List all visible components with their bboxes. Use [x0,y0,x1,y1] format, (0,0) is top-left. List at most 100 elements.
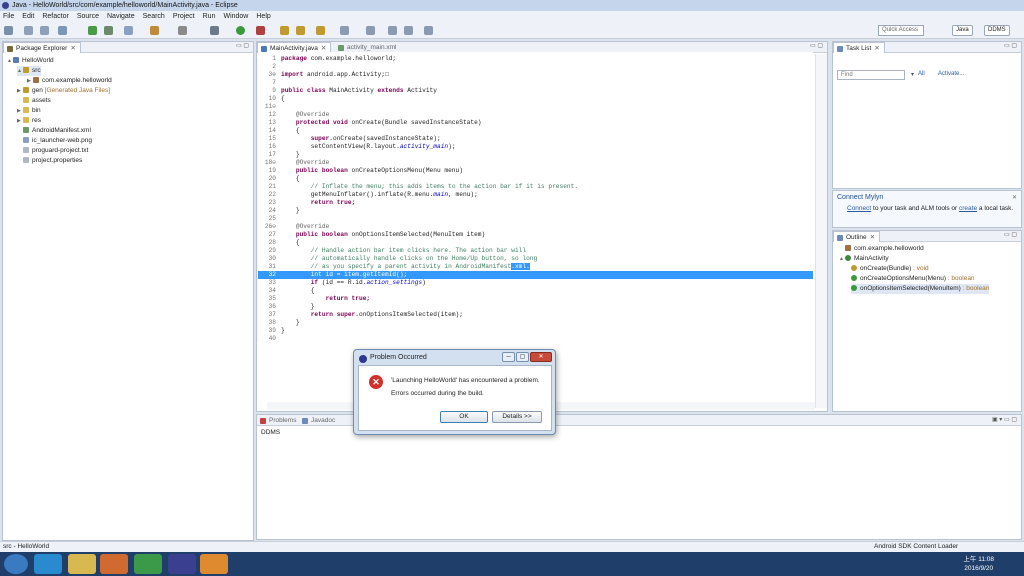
tree-properties[interactable]: project.properties [23,156,82,166]
chrome-icon[interactable] [134,554,162,574]
prev-annotation-icon[interactable] [388,26,397,35]
debug-icon[interactable] [210,26,219,35]
dialog-close-button[interactable]: ✕ [530,352,552,362]
save-all-icon[interactable] [40,26,49,35]
system-clock[interactable]: 上午 11:08 2016/9/20 [963,555,994,573]
code-line-13: 13 protected void onCreate(Bundle savedI… [268,119,482,126]
eclipse-taskbar-icon[interactable] [168,554,196,574]
search-icon[interactable]: ▾ [911,71,914,78]
lint-icon[interactable] [124,26,133,35]
task-find-input[interactable]: Find [837,70,905,80]
tree-src[interactable]: ▲ src [17,66,41,76]
build-icon[interactable] [178,26,187,35]
print-icon[interactable] [58,26,67,35]
avd-manager-icon[interactable] [104,26,113,35]
tree-gen[interactable]: ▶ gen [Generated Java Files] [17,86,110,96]
quick-access-input[interactable]: Quick Access [878,25,924,36]
tree-res[interactable]: ▶ res [17,116,41,126]
tab-task-list[interactable]: Task List ✕ [833,42,885,53]
code-token: public class [281,87,326,94]
external-tools-icon[interactable] [256,26,265,35]
dialog-minimize-button[interactable]: ─ [502,352,515,362]
next-annotation-icon[interactable] [366,26,375,35]
outline-method-onoptionsitemselected[interactable]: onOptionsItemSelected(MenuItem) : boolea… [851,284,990,294]
close-icon[interactable]: ✕ [1012,194,1017,201]
back-icon[interactable] [404,26,413,35]
tree-manifest[interactable]: AndroidManifest.xml [23,126,91,136]
tree-project[interactable]: ▲ HelloWorld [7,56,54,66]
tree-package[interactable]: ▶ com.example.helloworld [27,76,112,86]
task-activate-link[interactable]: Activate... [938,71,964,77]
dialog-maximize-button[interactable]: ▢ [516,352,529,362]
collapse-icon[interactable]: ▲ [839,254,845,264]
tree-bin[interactable]: ▶ bin [17,106,41,116]
tree-proguard[interactable]: proguard-project.txt [23,146,88,156]
code-line-30: 30 // automatically handle clicks on the… [268,255,538,262]
folder-icon [23,107,29,113]
folder-app-icon[interactable] [200,554,228,574]
code-token: (id == R.id. [318,279,367,286]
minimize-maximize-icon[interactable]: ▭ ▢ [1004,42,1017,49]
run-icon[interactable] [236,26,245,35]
close-icon[interactable]: ✕ [70,45,75,52]
outline-package[interactable]: com.example.helloworld [845,244,924,254]
minimize-maximize-icon[interactable]: ▭ ▢ [810,42,823,49]
java-perspective-button[interactable]: Java [952,25,973,36]
media-player-icon[interactable] [100,554,128,574]
menu-search[interactable]: Search [143,11,165,22]
close-icon[interactable]: ✕ [874,45,879,52]
internet-explorer-icon[interactable] [34,554,62,574]
minimize-maximize-icon[interactable]: ▭ ▢ [1004,231,1017,238]
tab-package-explorer[interactable]: Package Explorer ✕ [3,42,81,53]
ok-button[interactable]: OK [440,411,488,423]
minimize-maximize-icon[interactable]: ▭ ▢ [236,42,249,49]
tab-javadoc[interactable]: Javadoc [299,415,339,426]
new-java-class-icon[interactable] [296,26,305,35]
file-explorer-icon[interactable] [68,554,96,574]
ddms-perspective-button[interactable]: DDMS [984,25,1010,36]
forward-icon[interactable] [424,26,433,35]
details-button[interactable]: Details >> [492,411,542,423]
code-editor[interactable]: 1 package com.example.helloworld; 2 3⊕ imp… [258,52,813,400]
tree-assets[interactable]: assets [23,96,51,106]
tab-problems[interactable]: Problems [257,415,300,426]
outline-tabbar: Outline ✕ ▭ ▢ [833,231,1021,242]
new-android-project-icon[interactable] [150,26,159,35]
new-java-package-icon[interactable] [280,26,289,35]
menu-window[interactable]: Window [223,11,248,22]
status-bar: src - HelloWorld Android SDK Content Loa… [0,541,1024,552]
xml-file-icon [338,45,344,51]
menu-run[interactable]: Run [203,11,216,22]
start-icon[interactable] [4,554,28,574]
menu-refactor[interactable]: Refactor [42,11,68,22]
tab-outline[interactable]: Outline ✕ [833,231,881,242]
search-icon[interactable] [340,26,349,35]
menu-navigate[interactable]: Navigate [107,11,135,22]
code-token: { [295,239,300,246]
outline-method-oncreateoptionsmenu[interactable]: onCreateOptionsMenu(Menu) : boolean [851,274,975,284]
new-icon[interactable] [4,26,13,35]
tree-launcher-png[interactable]: ic_launcher-web.png [23,136,92,146]
close-icon[interactable]: ✕ [321,45,326,52]
outline-class[interactable]: ▲ MainActivity [839,254,889,264]
menu-project[interactable]: Project [173,11,195,22]
mylyn-connect-link[interactable]: Connect [847,205,871,212]
menu-source[interactable]: Source [77,11,99,22]
outline-method-oncreate[interactable]: onCreate(Bundle) : void [851,264,929,274]
mylyn-create-link[interactable]: create [959,205,977,212]
code-token: ) [422,279,426,286]
open-type-icon[interactable] [316,26,325,35]
editor-scrollbar[interactable] [815,54,827,408]
code-token: main [433,191,449,198]
menu-help[interactable]: Help [256,11,270,22]
task-all-link[interactable]: All [918,71,925,77]
menu-edit[interactable]: Edit [22,11,34,22]
text-file-icon [23,147,29,153]
console-toolbar-icons[interactable]: ▣ ▾ ▭ ▢ [992,416,1017,423]
tab-outline-label: Outline [846,234,867,241]
code-token: android.app.Activity;□ [303,71,389,78]
android-sdk-icon[interactable] [88,26,97,35]
save-icon[interactable] [24,26,33,35]
close-icon[interactable]: ✕ [870,234,875,241]
menu-file[interactable]: File [3,11,14,22]
